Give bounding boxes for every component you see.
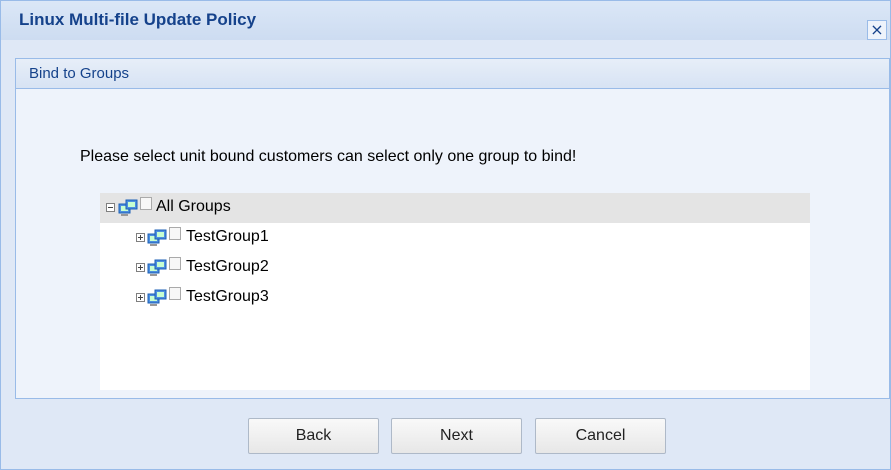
group-icon <box>147 229 167 246</box>
tree-item-all-groups[interactable]: All Groups <box>100 193 810 223</box>
collapse-icon[interactable] <box>106 203 115 212</box>
expand-icon[interactable] <box>136 233 145 242</box>
tree-item-testgroup2[interactable]: TestGroup2 <box>133 253 433 283</box>
back-button[interactable]: Back <box>248 418 379 454</box>
next-button[interactable]: Next <box>391 418 522 454</box>
all-groups-checkbox[interactable] <box>140 197 152 210</box>
bind-groups-panel: Bind to Groups Please select unit bound … <box>15 58 890 399</box>
panel-title: Bind to Groups <box>29 65 130 82</box>
window-title: Linux Multi-file Update Policy <box>19 10 257 29</box>
group-icon <box>118 199 138 216</box>
group-icon <box>147 289 167 306</box>
tree-label-all-groups: All Groups <box>156 198 231 215</box>
title-bar[interactable]: Linux Multi-file Update Policy <box>1 1 890 40</box>
testgroup1-checkbox[interactable] <box>169 227 181 240</box>
tree-item-testgroup3[interactable]: TestGroup3 <box>133 283 433 313</box>
tree-label-testgroup3: TestGroup3 <box>186 288 269 305</box>
tree-item-testgroup1[interactable]: TestGroup1 <box>133 223 433 253</box>
expand-icon[interactable] <box>136 293 145 302</box>
close-icon[interactable]: × <box>867 20 887 40</box>
instruction-text: Please select unit bound customers can s… <box>80 148 577 165</box>
cancel-button[interactable]: Cancel <box>535 418 666 454</box>
dialog-window: Linux Multi-file Update Policy × Bind to… <box>0 0 891 470</box>
tree-label-testgroup2: TestGroup2 <box>186 258 269 275</box>
tree-label-testgroup1: TestGroup1 <box>186 228 269 245</box>
testgroup2-checkbox[interactable] <box>169 257 181 270</box>
expand-icon[interactable] <box>136 263 145 272</box>
panel-header: Bind to Groups <box>16 59 889 89</box>
group-tree: All Groups TestGroup1 TestGroup2 TestGro… <box>100 193 810 390</box>
testgroup3-checkbox[interactable] <box>169 287 181 300</box>
group-icon <box>147 259 167 276</box>
